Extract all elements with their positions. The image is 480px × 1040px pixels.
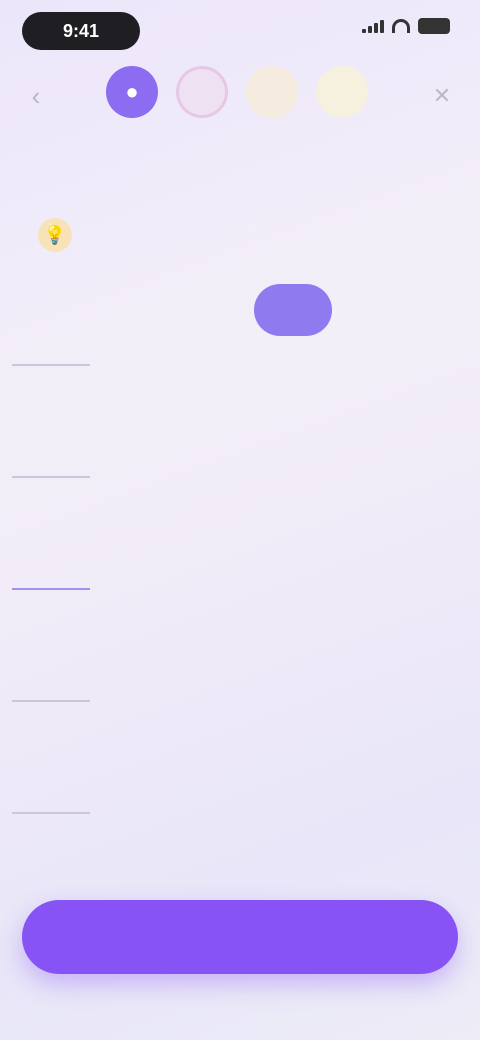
step-4 bbox=[316, 66, 368, 118]
continue-button[interactable] bbox=[22, 900, 458, 974]
status-icons bbox=[362, 18, 450, 34]
weight-ruler[interactable] bbox=[0, 340, 150, 860]
ruler-row-3 bbox=[0, 588, 90, 590]
step-2 bbox=[176, 66, 228, 118]
unit-option-1[interactable] bbox=[160, 284, 238, 336]
battery-icon bbox=[418, 18, 450, 34]
ruler-tick-1 bbox=[12, 364, 90, 366]
step-3 bbox=[246, 66, 298, 118]
wifi-icon bbox=[392, 19, 410, 33]
ruler-tick-3 bbox=[12, 588, 90, 590]
ruler-tick-4 bbox=[12, 700, 90, 702]
ruler-row-5 bbox=[0, 812, 90, 814]
progress-steps: ● bbox=[106, 66, 368, 118]
time-label: 9:41 bbox=[62, 20, 100, 41]
close-button[interactable]: ✕ bbox=[422, 76, 462, 116]
step-1-icon: ● bbox=[125, 79, 139, 104]
status-time: 9:41 bbox=[22, 12, 140, 50]
ruler-tick-2 bbox=[12, 476, 90, 478]
close-icon: ✕ bbox=[432, 83, 452, 108]
lightbulb-glyph: 💡 bbox=[43, 224, 67, 245]
step-1: ● bbox=[106, 66, 158, 118]
signal-icon bbox=[362, 19, 384, 33]
status-bar: 9:41 bbox=[0, 0, 480, 60]
lightbulb-icon: 💡 bbox=[38, 218, 72, 252]
unit-toggle bbox=[160, 284, 332, 336]
ruler-tick-5 bbox=[12, 812, 90, 814]
unit-option-2[interactable] bbox=[254, 284, 332, 336]
ruler-row-2 bbox=[0, 476, 90, 478]
chevron-left-icon: ‹ bbox=[31, 80, 41, 111]
back-button[interactable]: ‹ bbox=[16, 76, 56, 116]
ruler-row-4 bbox=[0, 700, 90, 702]
ruler-row-1 bbox=[0, 364, 90, 366]
